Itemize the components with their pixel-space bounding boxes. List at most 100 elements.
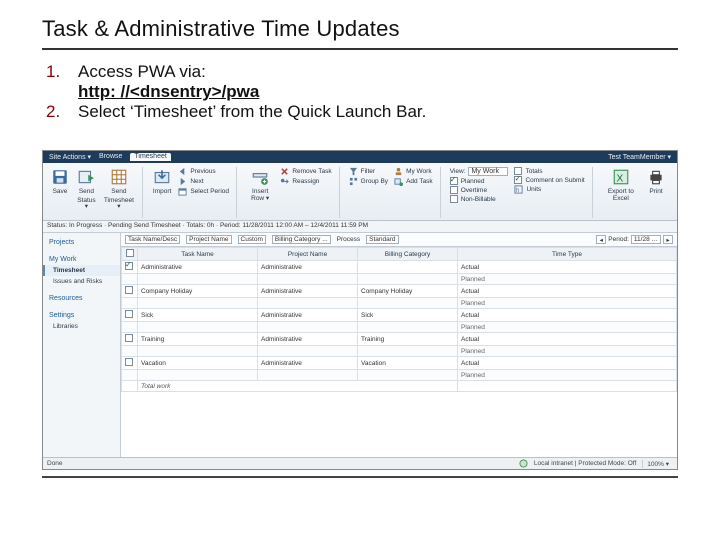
checkbox-icon[interactable] <box>125 358 133 366</box>
export-label: Export to Excel <box>603 189 639 202</box>
cell-project[interactable]: Administrative <box>258 285 358 298</box>
sidebar-item-libraries[interactable]: Libraries <box>43 321 120 332</box>
import-label: Import <box>153 189 171 196</box>
browse-tab[interactable]: Browse <box>99 153 122 161</box>
custom-filter[interactable]: Custom <box>238 235 266 244</box>
cell-project[interactable]: Administrative <box>258 357 358 370</box>
my-work-button[interactable]: My Work <box>393 167 434 176</box>
checkbox-icon[interactable] <box>125 286 133 294</box>
send-timesheet-button[interactable]: Send Timesheet ▾ <box>102 167 136 212</box>
sidebar-item-timesheet[interactable]: Timesheet <box>43 265 120 276</box>
table-row[interactable]: AdministrativeAdministrative Actual <box>122 261 677 274</box>
ie-zoom[interactable]: 100% ▾ <box>642 460 673 468</box>
step-number: 2. <box>46 102 78 122</box>
send-status-button[interactable]: Send Status ▾ <box>75 167 98 212</box>
cell-billing[interactable]: Sick <box>358 309 458 322</box>
timesheet-grid[interactable]: Task Name Project Name Billing Category … <box>121 247 677 392</box>
cell-project[interactable]: Administrative <box>258 261 358 274</box>
cell-project[interactable]: Administrative <box>258 333 358 346</box>
cell-timetype[interactable]: Actual <box>458 357 677 370</box>
nonbillable-toggle[interactable]: Non-Billable <box>449 195 510 203</box>
cell-billing[interactable]: Company Holiday <box>358 285 458 298</box>
col-task[interactable]: Task Name <box>138 248 258 261</box>
next-period-button[interactable]: Next <box>177 177 230 186</box>
col-time[interactable]: Time Type <box>458 248 677 261</box>
col-billing[interactable]: Billing Category <box>358 248 458 261</box>
cell-timetype[interactable]: Actual <box>458 285 677 298</box>
timesheet-tab[interactable]: Timesheet <box>130 153 170 161</box>
col-checkbox[interactable] <box>122 248 138 261</box>
period-next-button[interactable]: ▸ <box>663 235 673 244</box>
cell-timetype[interactable]: Actual <box>458 333 677 346</box>
select-period-button[interactable]: Select Period <box>177 187 230 196</box>
table-subrow: Planned <box>122 346 677 357</box>
cell-timetype[interactable]: Actual <box>458 309 677 322</box>
checkbox-icon[interactable] <box>125 262 133 270</box>
overtime-toggle[interactable]: Overtime <box>449 186 510 194</box>
cell-timetype-planned: Planned <box>458 346 677 357</box>
table-row[interactable]: VacationAdministrativeVacationActual <box>122 357 677 370</box>
sidebar-settings-heading[interactable]: Settings <box>43 310 120 321</box>
print-button[interactable]: Print <box>645 167 667 197</box>
billing-filter[interactable]: Billing Category ... <box>272 235 331 244</box>
insert-row-label: Insert Row ▾ <box>247 189 273 202</box>
add-task-button[interactable]: Add Task <box>393 177 434 186</box>
svg-text:h: h <box>516 187 520 194</box>
reassign-button[interactable]: Reassign <box>279 177 332 186</box>
planned-toggle[interactable]: Planned <box>449 177 510 185</box>
total-label: Total work <box>138 381 458 392</box>
sidebar-mywork-heading[interactable]: My Work <box>43 254 120 265</box>
table-row[interactable]: SickAdministrativeSickActual <box>122 309 677 322</box>
reassign-label: Reassign <box>292 178 319 185</box>
col-project[interactable]: Project Name <box>258 248 358 261</box>
cell-billing[interactable] <box>358 261 458 274</box>
table-row[interactable]: TrainingAdministrativeTrainingActual <box>122 333 677 346</box>
checkbox-icon[interactable] <box>125 310 133 318</box>
table-subrow: Planned <box>122 322 677 333</box>
cell-billing[interactable]: Training <box>358 333 458 346</box>
ie-zone: Local intranet | Protected Mode: Off <box>534 460 636 467</box>
cell-task[interactable]: Vacation <box>138 357 258 370</box>
remove-task-label: Remove Task <box>292 168 331 175</box>
sidebar-resources-heading[interactable]: Resources <box>43 293 120 304</box>
save-label: Save <box>53 189 68 196</box>
svg-text:X: X <box>616 174 623 185</box>
filter-button[interactable]: Filter <box>348 167 389 176</box>
remove-task-button[interactable]: Remove Task <box>279 167 332 176</box>
cell-task[interactable]: Company Holiday <box>138 285 258 298</box>
table-row[interactable]: Company HolidayAdministrativeCompany Hol… <box>122 285 677 298</box>
cell-task[interactable]: Training <box>138 333 258 346</box>
sharepoint-topbar: Site Actions ▾ Browse Timesheet Test Tea… <box>43 151 677 163</box>
comment-on-submit-toggle[interactable]: Comment on Submit <box>513 176 585 184</box>
send-status-label-1: Send <box>79 189 94 196</box>
cell-billing[interactable]: Vacation <box>358 357 458 370</box>
sidebar-item-issues-risks[interactable]: Issues and Risks <box>43 276 120 287</box>
previous-period-button[interactable]: Previous <box>177 167 230 176</box>
cell-timetype[interactable]: Actual <box>458 261 677 274</box>
cell-task[interactable]: Administrative <box>138 261 258 274</box>
site-actions-menu[interactable]: Site Actions ▾ <box>49 153 91 161</box>
insert-row-button[interactable]: Insert Row ▾ <box>245 167 275 203</box>
process-filter[interactable]: Standard <box>366 235 398 244</box>
next-label: Next <box>190 178 203 185</box>
projectname-filter[interactable]: Project Name <box>186 235 231 244</box>
checkbox-icon[interactable] <box>125 334 133 342</box>
sidebar-projects-heading[interactable]: Projects <box>43 237 120 248</box>
units-icon: h <box>514 185 523 194</box>
save-button[interactable]: Save <box>49 167 71 197</box>
totals-toggle[interactable]: Totals <box>513 167 585 175</box>
export-excel-button[interactable]: X Export to Excel <box>601 167 641 203</box>
taskname-filter[interactable]: Task Name/Desc <box>125 235 180 244</box>
totals-label: Totals <box>525 168 542 175</box>
group-by-button[interactable]: Group By <box>348 177 389 186</box>
user-menu[interactable]: Test TeamMember ▾ <box>608 153 671 161</box>
cell-project[interactable]: Administrative <box>258 309 358 322</box>
overtime-label: Overtime <box>461 187 487 194</box>
view-selector[interactable]: View: My Work <box>449 167 510 176</box>
period-value[interactable]: 11/28 … <box>631 235 661 244</box>
cell-task[interactable]: Sick <box>138 309 258 322</box>
period-prev-button[interactable]: ◂ <box>596 235 606 244</box>
select-period-label: Select Period <box>190 188 229 195</box>
import-button[interactable]: Import <box>151 167 173 197</box>
units-button[interactable]: h Units <box>513 185 585 194</box>
